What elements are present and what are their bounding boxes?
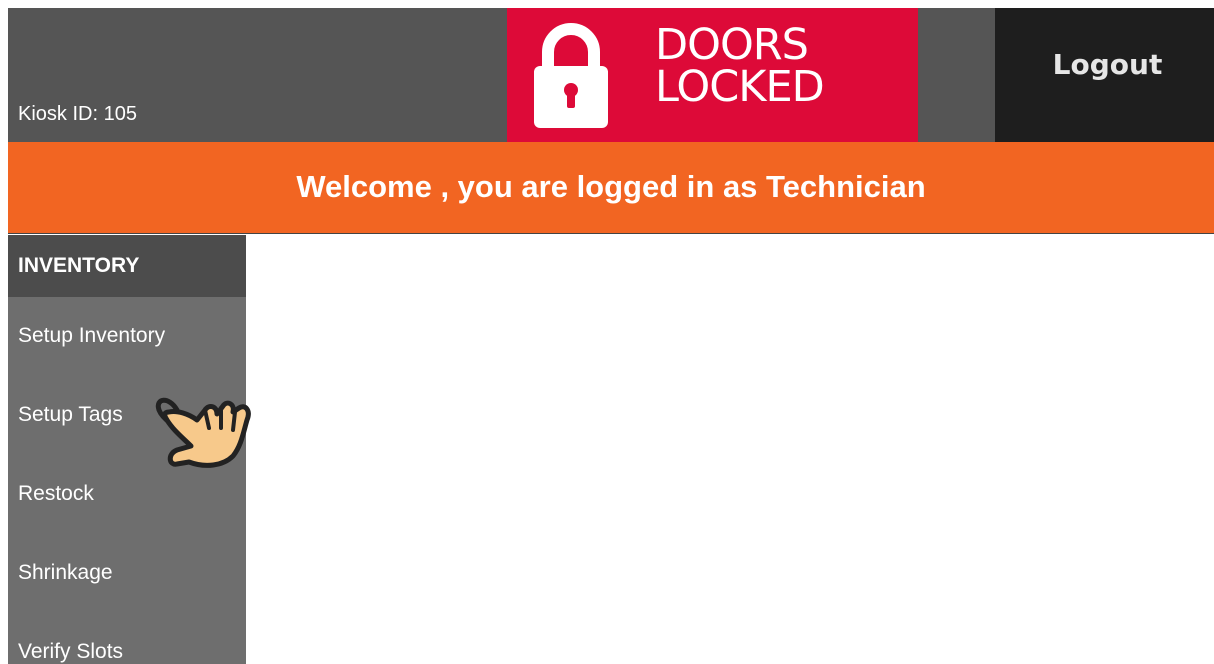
kiosk-admin-page: Kiosk ID: 105 DOORS LOCKED Logout Welcom… <box>0 0 1214 664</box>
doors-status-text: DOORS LOCKED <box>655 20 825 112</box>
sidebar-item-setup-inventory[interactable]: Setup Inventory <box>8 297 246 376</box>
welcome-banner: Welcome , you are logged in as Technicia… <box>8 142 1214 234</box>
sidebar-section-inventory: INVENTORY <box>8 235 246 297</box>
doors-locked-badge: DOORS LOCKED <box>507 8 918 142</box>
sidebar-item-label: Shrinkage <box>18 561 113 584</box>
logout-label: Logout <box>1052 48 1163 81</box>
welcome-message: Welcome , you are logged in as Technicia… <box>296 169 926 204</box>
logout-button[interactable]: Logout <box>995 8 1214 142</box>
doors-status-line1: DOORS <box>655 20 809 70</box>
sidebar-item-label: Verify Slots <box>18 640 124 663</box>
padlock-icon <box>534 23 608 128</box>
top-header: Kiosk ID: 105 DOORS LOCKED Logout <box>8 8 1214 142</box>
sidebar-item-verify-slots[interactable]: Verify Slots <box>8 613 246 664</box>
kiosk-id-label: Kiosk ID: 105 <box>18 103 137 125</box>
sidebar-item-label: Restock <box>18 482 94 505</box>
sidebar-item-shrinkage[interactable]: Shrinkage <box>8 534 246 613</box>
sidebar-item-label: Setup Inventory <box>18 324 166 347</box>
sidebar-item-label: Setup Tags <box>18 403 123 426</box>
hand-pointer-icon <box>155 397 251 468</box>
doors-status-line2: LOCKED <box>655 62 825 112</box>
